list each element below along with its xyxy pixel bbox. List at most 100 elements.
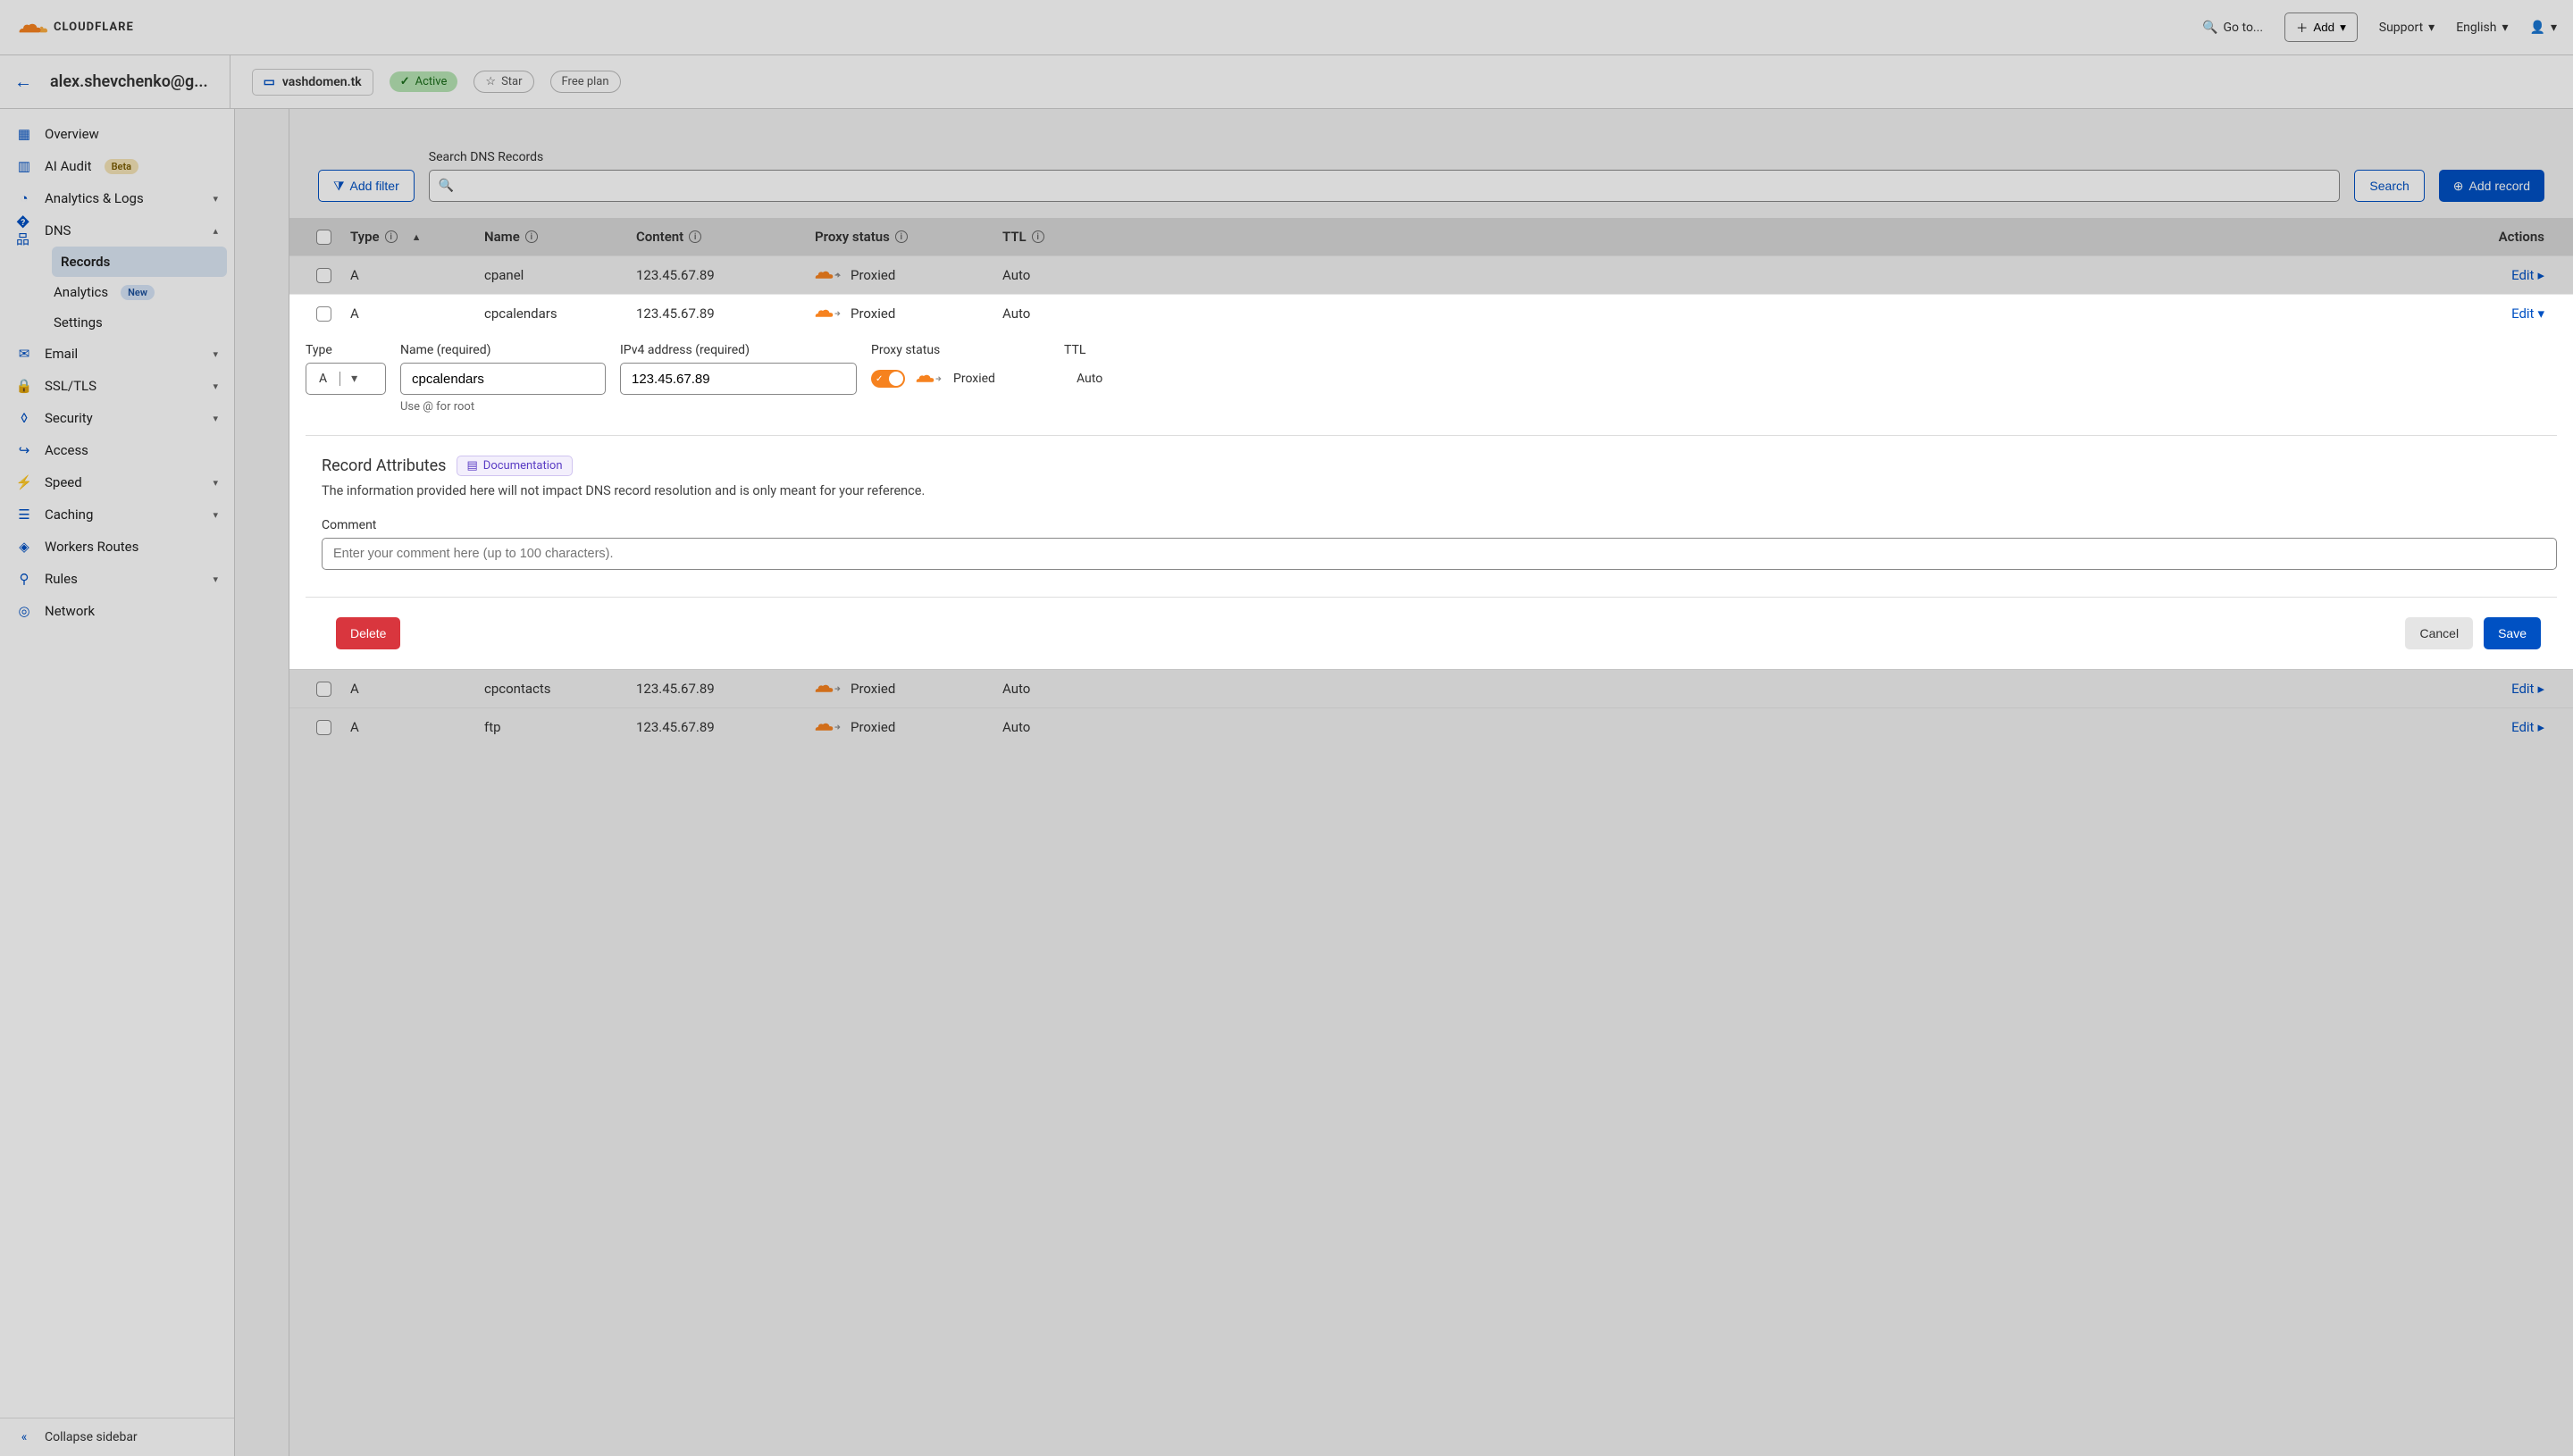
th-proxy[interactable]: Proxy statusi (815, 229, 1002, 245)
proxy-toggle[interactable] (871, 370, 905, 388)
star-button[interactable]: ☆ Star (474, 71, 533, 93)
records-toolbar: ⧩ Add filter Search DNS Records 🔍 Search… (289, 134, 2573, 218)
sidebar-item-dns[interactable]: �品DNS▴ (0, 214, 234, 247)
sidebar-item-access[interactable]: ↪Access (0, 434, 234, 466)
delete-button[interactable]: Delete (336, 617, 400, 649)
user-menu[interactable]: 👤 ▾ (2530, 21, 2557, 35)
add-filter-button[interactable]: ⧩ Add filter (318, 170, 415, 202)
support-menu[interactable]: Support ▾ (2379, 21, 2435, 35)
info-icon: i (689, 230, 701, 243)
sidebar-item-ssl[interactable]: 🔒SSL/TLS▾ (0, 370, 234, 402)
cell-proxy: Proxied (815, 267, 1002, 283)
documentation-link[interactable]: ▤ Documentation (457, 456, 572, 476)
bolt-icon: ⚡ (16, 474, 32, 490)
cloudflare-logo-icon (16, 17, 48, 38)
comment-input[interactable] (322, 538, 2557, 570)
ip-label: IPv4 address (required) (620, 343, 857, 357)
sidebar-item-network[interactable]: ◎Network (0, 595, 234, 627)
edit-link[interactable]: Edit▸ (1127, 719, 2544, 735)
logo-text: CLOUDFLARE (54, 21, 134, 34)
sidebar-item-security[interactable]: ◊Security▾ (0, 402, 234, 434)
sidebar-item-workers[interactable]: ◈Workers Routes (0, 531, 234, 563)
info-icon: i (895, 230, 908, 243)
goto-button[interactable]: 🔍 Go to... (2202, 21, 2263, 35)
attrs-title: Record Attributes (322, 456, 446, 475)
sort-asc-icon: ▲ (412, 231, 422, 243)
cell-proxy: Proxied (815, 305, 1002, 322)
cell-type: A (350, 305, 484, 322)
clock-icon: ◔ (16, 190, 32, 206)
sidebar-item-email[interactable]: ✉Email▾ (0, 338, 234, 370)
account-email[interactable]: alex.shevchenko@g... (50, 72, 208, 91)
type-label: Type (306, 343, 386, 357)
collapse-sidebar[interactable]: « Collapse sidebar (0, 1418, 234, 1456)
edit-link[interactable]: Edit▸ (1127, 267, 2544, 283)
search-input-wrap[interactable]: 🔍 (429, 170, 2341, 202)
book-icon: ▤ (466, 459, 477, 473)
row-checkbox[interactable] (316, 306, 331, 322)
cancel-button[interactable]: Cancel (2405, 617, 2473, 649)
chevron-down-icon: ▾ (213, 348, 218, 360)
domain-chip[interactable]: ▭ vashdomen.tk (252, 69, 373, 96)
sidebar-item-records[interactable]: Records (52, 247, 227, 277)
sidebar-item-dns-settings[interactable]: Settings (45, 307, 234, 338)
lock-icon: 🔒 (16, 378, 32, 394)
chevron-down-icon: ▾ (2502, 21, 2509, 35)
cell-ttl: Auto (1002, 681, 1127, 697)
chevron-right-icon: ▸ (2537, 719, 2544, 735)
info-icon: i (385, 230, 398, 243)
back-arrow-icon[interactable]: ← (13, 71, 34, 93)
chevron-down-icon: ▾ (213, 193, 218, 205)
info-icon: i (525, 230, 538, 243)
search-label: Search DNS Records (429, 150, 2341, 164)
sidebar-item-caching[interactable]: ☰Caching▾ (0, 498, 234, 531)
rules-icon: ⚲ (16, 571, 32, 587)
checkbox-all[interactable] (316, 230, 331, 245)
search-input[interactable] (461, 179, 2330, 193)
sidebar-item-overview[interactable]: ▦Overview (0, 118, 234, 150)
plan-chip[interactable]: Free plan (550, 71, 621, 93)
sidebar-item-ai-audit[interactable]: ▥AI AuditBeta (0, 150, 234, 182)
th-name[interactable]: Namei (484, 229, 636, 245)
cloud-proxied-icon (815, 306, 842, 321)
cell-name: ftp (484, 719, 636, 735)
chevron-down-icon: ▾ (213, 509, 218, 521)
type-select[interactable]: A ▾ (306, 363, 386, 395)
language-menu[interactable]: English ▾ (2456, 21, 2508, 35)
sidebar: ▦Overview ▥AI AuditBeta ◔Analytics & Log… (0, 109, 235, 1456)
logo[interactable]: CLOUDFLARE (16, 17, 134, 38)
cell-content: 123.45.67.89 (636, 681, 815, 697)
row-checkbox[interactable] (316, 268, 331, 283)
status-badge: Active (390, 71, 458, 92)
chevron-right-icon: ▸ (2537, 267, 2544, 283)
ip-input[interactable] (620, 363, 857, 395)
cell-content: 123.45.67.89 (636, 305, 815, 322)
dns-icon: �品 (16, 222, 32, 238)
proxy-label: Proxy status (871, 343, 1050, 357)
add-button[interactable]: ＋ Add ▾ (2284, 13, 2358, 42)
row-checkbox[interactable] (316, 720, 331, 735)
chevron-down-icon: ▾ (2340, 21, 2346, 35)
save-button[interactable]: Save (2484, 617, 2541, 649)
table-row: A ftp 123.45.67.89 Proxied Auto Edit▸ (289, 707, 2573, 746)
th-content[interactable]: Contenti (636, 229, 815, 245)
row-checkbox[interactable] (316, 682, 331, 697)
th-ttl[interactable]: TTLi (1002, 229, 1127, 245)
cell-ttl: Auto (1002, 719, 1127, 735)
table-header: Typei▲ Namei Contenti Proxy statusi TTLi… (289, 218, 2573, 255)
sidebar-item-rules[interactable]: ⚲Rules▾ (0, 563, 234, 595)
sidebar-item-dns-analytics[interactable]: AnalyticsNew (45, 277, 234, 307)
cell-proxy: Proxied (815, 719, 1002, 735)
name-input[interactable] (400, 363, 606, 395)
th-type[interactable]: Typei▲ (350, 229, 484, 245)
sidebar-item-analytics[interactable]: ◔Analytics & Logs▾ (0, 182, 234, 214)
sidebar-item-speed[interactable]: ⚡Speed▾ (0, 466, 234, 498)
cloud-proxied-icon (815, 720, 842, 734)
edit-link[interactable]: Edit▸ (1127, 681, 2544, 697)
name-hint: Use @ for root (400, 400, 606, 414)
edit-link-open[interactable]: Edit▾ (1127, 305, 2544, 322)
cell-name: cpanel (484, 267, 636, 283)
cell-content: 123.45.67.89 (636, 267, 815, 283)
add-record-button[interactable]: ⊕ Add record (2439, 170, 2544, 202)
search-button[interactable]: Search (2354, 170, 2424, 202)
